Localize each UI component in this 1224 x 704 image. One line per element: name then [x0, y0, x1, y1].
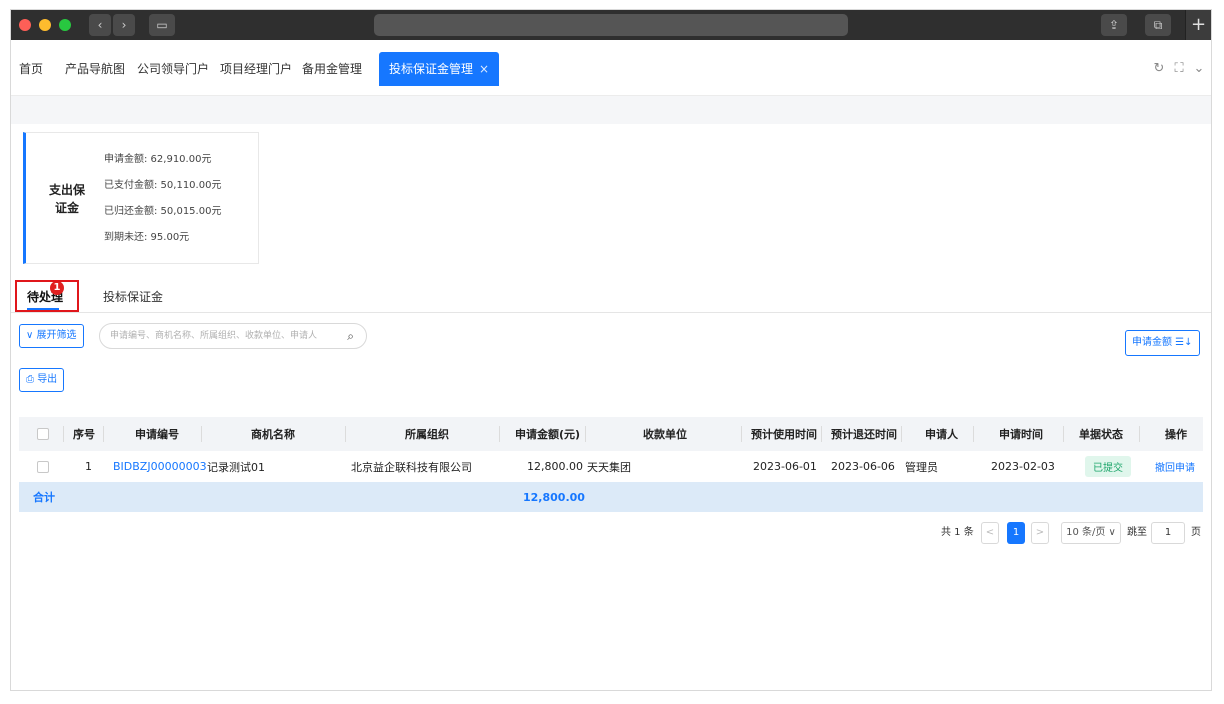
col-organization: 所属组织: [405, 428, 449, 441]
table-header: 序号 申请编号 商机名称 所属组织 申请金额(元) 收款单位 预计使用时间 预计…: [19, 417, 1203, 451]
page-size-select[interactable]: 10 条/页 ∨: [1061, 522, 1121, 544]
col-amount: 申请金额(元): [515, 428, 581, 441]
tab-bid-deposit-label: 投标保证金管理: [389, 62, 474, 76]
col-payee: 收款单位: [643, 428, 687, 441]
total-count: 共 1 条: [941, 527, 974, 538]
column-separator: [499, 426, 500, 442]
withdraw-link[interactable]: 撤回申请: [1155, 451, 1195, 482]
chevron-down-icon[interactable]: ⌄: [1189, 52, 1209, 86]
sort-amount-button[interactable]: 申请金额 ☰↓: [1125, 330, 1200, 356]
tab-bid-deposit-list[interactable]: 投标保证金: [103, 288, 163, 305]
nav-tabs-bar: 首页 产品导航图 公司领导门户 项目经理门户 备用金管理 投标保证金管理 × ↻ ⛶…: [11, 40, 1211, 96]
col-apply-no: 申请编号: [135, 428, 179, 441]
checkbox-box: [37, 460, 49, 473]
select-all-checkbox[interactable]: [37, 417, 49, 451]
jump-label: 跳至: [1127, 527, 1147, 538]
column-separator: [1139, 426, 1140, 442]
close-tab-icon[interactable]: ×: [479, 62, 489, 76]
prev-page-button[interactable]: <: [981, 522, 999, 544]
returned-amount: 已归还金额: 50,015.00元: [104, 206, 222, 217]
column-separator: [741, 426, 742, 442]
tab-home[interactable]: 首页: [19, 52, 43, 86]
paid-amount: 已支付金额: 50,110.00元: [104, 180, 222, 191]
tabs-overview-icon[interactable]: ⧉: [1145, 14, 1171, 36]
row-index: 1: [85, 460, 92, 473]
col-applicant: 申请人: [925, 428, 958, 441]
column-separator: [1063, 426, 1064, 442]
table-row: 1 BIDBZJ00000003 记录测试01 北京益企联科技有限公司 12,8…: [19, 451, 1203, 482]
column-separator: [345, 426, 346, 442]
tab-tools: ↻ ⛶ ⌄: [1149, 52, 1209, 86]
opportunity-name: 记录测试01: [207, 460, 265, 474]
expand-filter-button[interactable]: ∨ 展开筛选: [19, 324, 84, 348]
search-input[interactable]: 申请编号、商机名称、所属组织、收款单位、申请人 ⌕: [99, 323, 367, 349]
col-opportunity: 商机名称: [251, 428, 295, 441]
search-placeholder: 申请编号、商机名称、所属组织、收款单位、申请人: [110, 331, 318, 341]
new-tab-button[interactable]: +: [1185, 10, 1211, 40]
next-page-button[interactable]: >: [1031, 522, 1049, 544]
apply-no-link[interactable]: BIDBZJ00000003: [113, 451, 207, 482]
apply-date: 2023-02-03: [991, 460, 1055, 473]
export-icon: ⎙: [26, 374, 34, 385]
tab-leader-portal[interactable]: 公司领导门户: [137, 52, 209, 86]
refresh-icon[interactable]: ↻: [1149, 52, 1169, 86]
col-index: 序号: [73, 428, 95, 441]
export-button[interactable]: ⎙ 导出: [19, 368, 65, 392]
col-action: 操作: [1165, 428, 1187, 441]
column-separator: [901, 426, 902, 442]
status-badge: 已提交: [1085, 451, 1131, 482]
maximize-window-button[interactable]: [59, 19, 71, 31]
col-status: 单据状态: [1079, 428, 1123, 441]
page-unit-label: 页: [1191, 527, 1201, 538]
highlight-box: [15, 280, 79, 312]
return-date: 2023-06-06: [831, 460, 895, 473]
browser-window: ‹ › ▭ ⇪ ⧉ + 首页 产品导航图 公司领导门户 项目经理门户 备用金管理…: [10, 9, 1212, 691]
tab-pm-portal[interactable]: 项目经理门户: [220, 52, 292, 86]
card-title: 支出保证金: [48, 183, 85, 215]
expense-deposit-card: 支出保证金 申请金额: 62,910.00元 已支付金额: 50,110.00元…: [23, 132, 259, 264]
col-return-date: 预计退还时间: [831, 428, 897, 441]
use-date: 2023-06-01: [753, 460, 817, 473]
tabs-divider: [11, 312, 1211, 313]
checkbox-box: [37, 428, 49, 440]
close-window-button[interactable]: [19, 19, 31, 31]
col-apply-date: 申请时间: [999, 428, 1043, 441]
table-total-row: 合计 12,800.00: [19, 482, 1203, 512]
search-icon[interactable]: ⌕: [347, 324, 354, 348]
fullscreen-icon[interactable]: ⛶: [1169, 52, 1189, 86]
applied-amount: 申请金额: 62,910.00元: [104, 154, 212, 165]
share-icon[interactable]: ⇪: [1101, 14, 1127, 36]
applicant-name: 管理员: [905, 460, 938, 474]
row-checkbox[interactable]: [37, 451, 49, 482]
column-separator: [103, 426, 104, 442]
column-separator: [821, 426, 822, 442]
title-bar: ‹ › ▭ ⇪ ⧉ +: [11, 10, 1211, 40]
total-label: 合计: [33, 491, 55, 504]
forward-icon[interactable]: ›: [113, 14, 135, 36]
overdue-amount: 到期未还: 95.00元: [104, 232, 190, 243]
column-separator: [201, 426, 202, 442]
column-separator: [585, 426, 586, 442]
export-label: 导出: [37, 374, 58, 385]
column-separator: [973, 426, 974, 442]
address-bar[interactable]: [374, 14, 848, 36]
jump-page-input[interactable]: 1: [1151, 522, 1185, 544]
tab-bid-deposit[interactable]: 投标保证金管理 ×: [379, 52, 500, 86]
page-1-button[interactable]: 1: [1007, 522, 1025, 544]
apply-amount: 12,800.00: [527, 460, 583, 473]
status-tag: 已提交: [1085, 456, 1131, 477]
sidebar-icon[interactable]: ▭: [149, 14, 175, 36]
column-separator: [63, 426, 64, 442]
organization-name: 北京益企联科技有限公司: [351, 460, 472, 474]
back-icon[interactable]: ‹: [89, 14, 111, 36]
col-use-date: 预计使用时间: [751, 428, 817, 441]
card-stats: 申请金额: 62,910.00元 已支付金额: 50,110.00元 已归还金额…: [104, 147, 221, 251]
tab-product-nav[interactable]: 产品导航图: [65, 52, 125, 86]
payee-name: 天天集团: [587, 460, 631, 474]
content-header-strip: [11, 96, 1211, 124]
minimize-window-button[interactable]: [39, 19, 51, 31]
tab-petty-cash[interactable]: 备用金管理: [302, 52, 362, 86]
total-amount: 12,800.00: [523, 490, 585, 504]
